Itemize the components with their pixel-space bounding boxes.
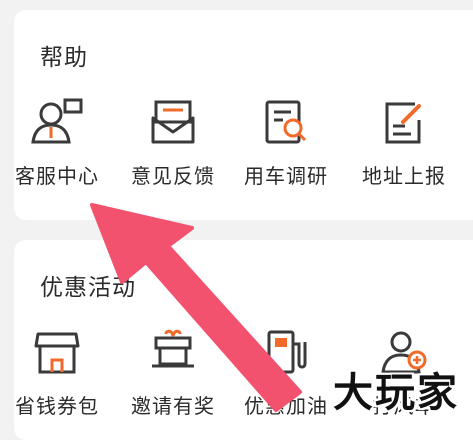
watermark-text: 大玩家: [333, 370, 459, 416]
